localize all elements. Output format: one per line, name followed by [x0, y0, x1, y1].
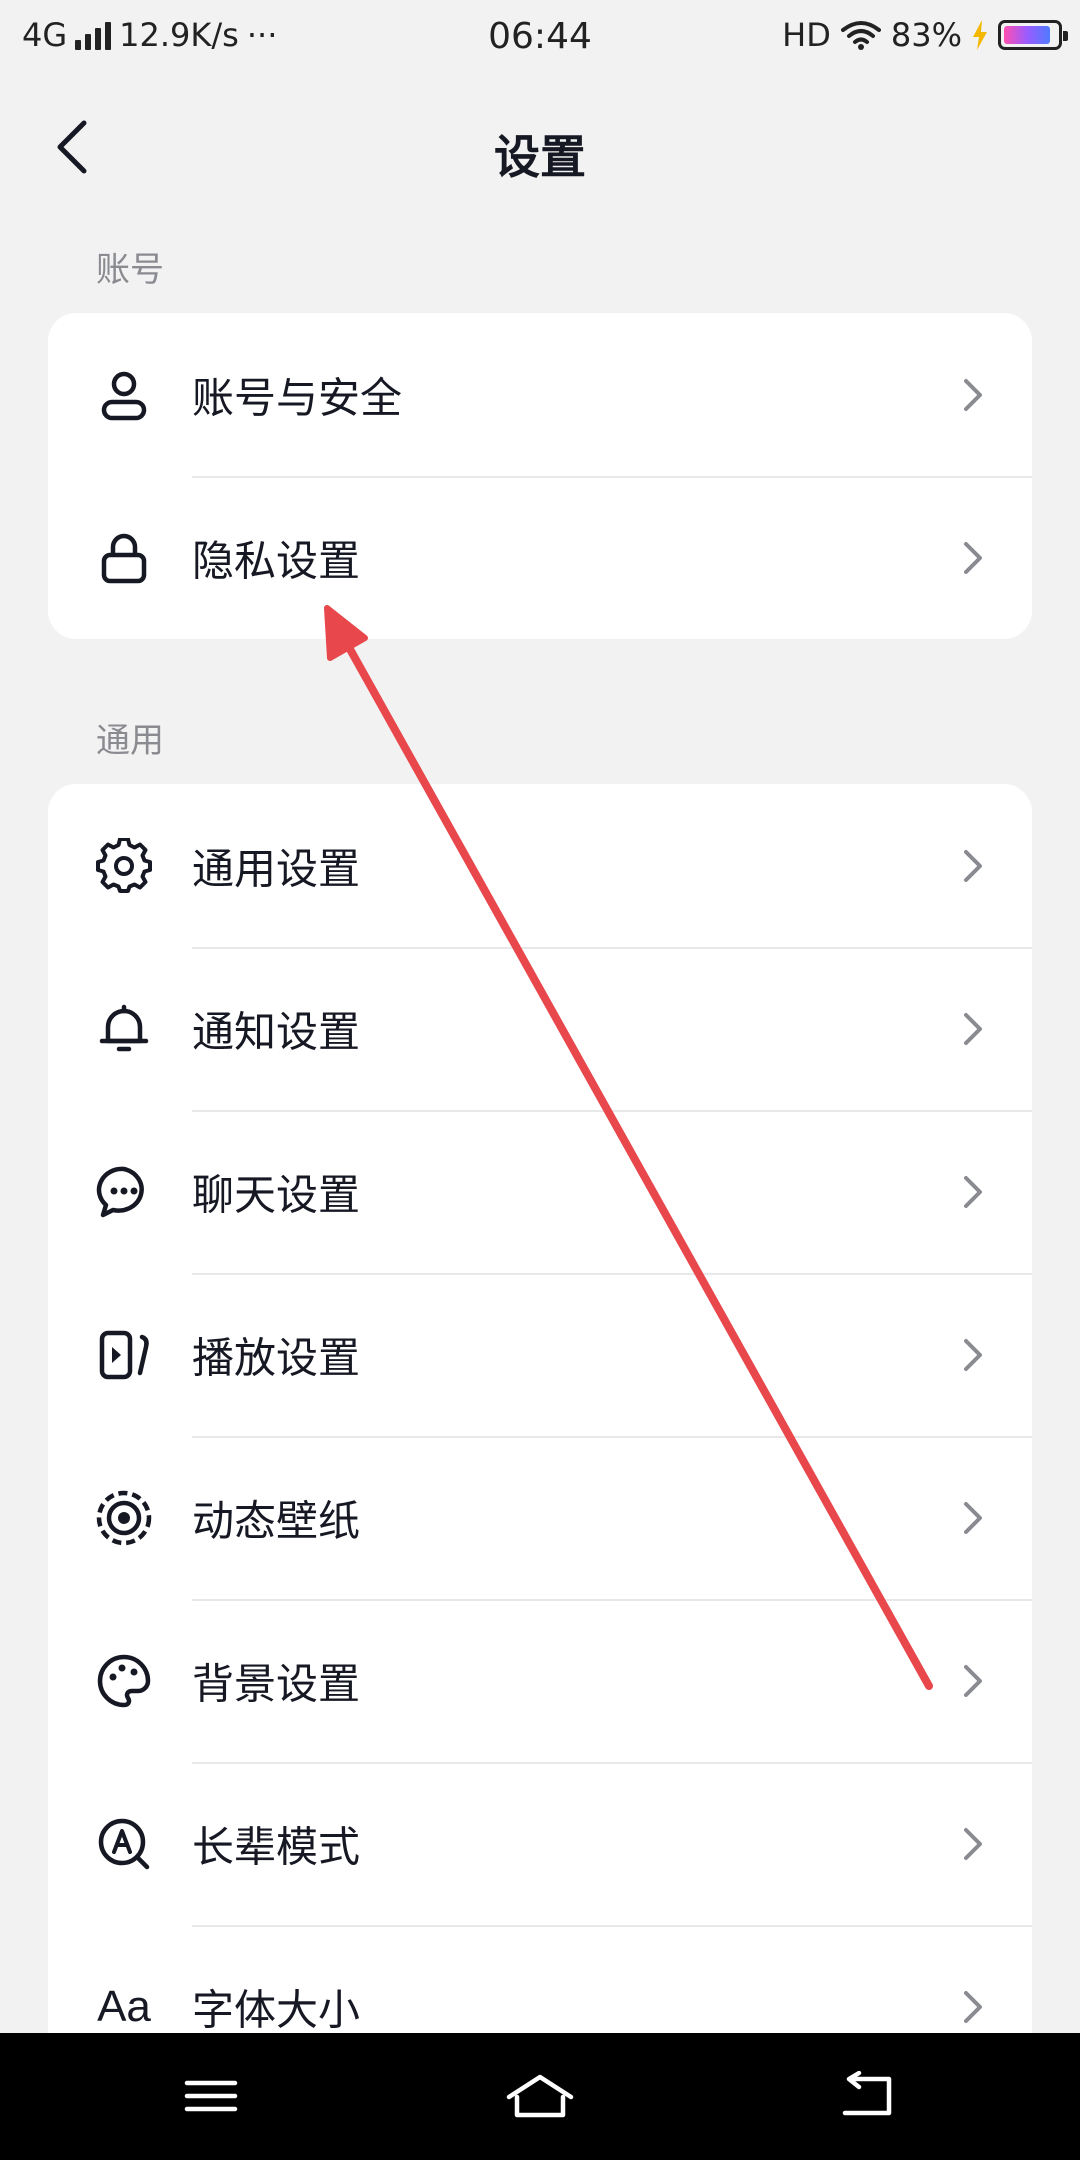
bell-icon: [99, 1004, 149, 1051]
settings-item-label: 播放设置: [192, 1333, 361, 1382]
chevron-right-icon: [964, 1827, 982, 1860]
settings-item-privacy[interactable]: 隐私设置: [48, 476, 1032, 639]
settings-item-notification[interactable]: 通知设置: [48, 947, 1032, 1110]
settings-item-elder-mode[interactable]: 长辈模式: [48, 1762, 1032, 1925]
settings-item-label: 账号与安全: [192, 373, 403, 422]
live-wallpaper-icon: [96, 1490, 152, 1545]
settings-item-label: 背景设置: [192, 1659, 361, 1708]
account-card: 账号与安全 隐私设置: [48, 313, 1032, 639]
settings-item-live-wallpaper[interactable]: 动态壁纸: [48, 1436, 1032, 1599]
hd-indicator: HD: [782, 16, 831, 54]
section-label-general: 通用: [96, 721, 164, 761]
settings-item-account-security[interactable]: 账号与安全: [48, 313, 1032, 476]
charging-icon: [973, 20, 987, 50]
section-label-account: 账号: [96, 250, 164, 290]
settings-item-general[interactable]: 通用设置: [48, 784, 1032, 947]
settings-item-label: 动态壁纸: [192, 1496, 361, 1545]
font-size-icon: Aa: [97, 1981, 151, 2031]
chat-bubble-icon: [96, 1166, 144, 1217]
wifi-icon: [840, 21, 881, 50]
chevron-right-icon: [964, 1338, 982, 1371]
settings-item-label: 通用设置: [192, 844, 361, 893]
settings-item-background[interactable]: 背景设置: [48, 1599, 1032, 1762]
settings-item-font-size[interactable]: Aa 字体大小: [48, 1925, 1032, 2033]
chevron-right-icon: [964, 1012, 982, 1045]
back-nav-icon[interactable]: [837, 2071, 897, 2121]
elder-mode-icon: [98, 1818, 150, 1869]
chevron-right-icon: [964, 1664, 982, 1697]
top-bar: 设置: [0, 95, 1080, 205]
gear-icon: [96, 837, 152, 893]
settings-item-label: 聊天设置: [192, 1170, 361, 1219]
chevron-right-icon: [964, 378, 982, 411]
page-title: 设置: [494, 130, 586, 184]
settings-item-label: 字体大小: [192, 1985, 361, 2033]
palette-icon: [97, 1654, 151, 1707]
battery-icon: [998, 20, 1068, 50]
user-icon: [101, 371, 147, 420]
status-bar: 4G 12.9K/s ··· 06:44 HD 83%: [0, 0, 1080, 72]
chevron-right-icon: [964, 1501, 982, 1534]
settings-item-label: 通知设置: [192, 1007, 361, 1056]
chevron-right-icon: [964, 1175, 982, 1208]
settings-item-chat[interactable]: 聊天设置: [48, 1110, 1032, 1273]
battery-percent: 83%: [890, 16, 962, 54]
chevron-right-icon: [964, 1990, 982, 2023]
general-card: 通用设置 通知设置 聊天设置 播放设置 动态壁纸 背景设置 长辈模式 Aa 字体…: [48, 784, 1032, 2033]
lock-icon: [101, 533, 147, 583]
system-navigation-bar: [0, 2033, 1080, 2160]
settings-item-label: 隐私设置: [192, 536, 361, 585]
menu-icon[interactable]: [181, 2071, 241, 2121]
home-icon[interactable]: [505, 2071, 575, 2121]
chevron-right-icon: [964, 849, 982, 882]
settings-item-playback[interactable]: 播放设置: [48, 1273, 1032, 1436]
play-card-icon: [99, 1330, 149, 1379]
chevron-right-icon: [964, 541, 982, 574]
settings-item-label: 长辈模式: [192, 1822, 361, 1871]
